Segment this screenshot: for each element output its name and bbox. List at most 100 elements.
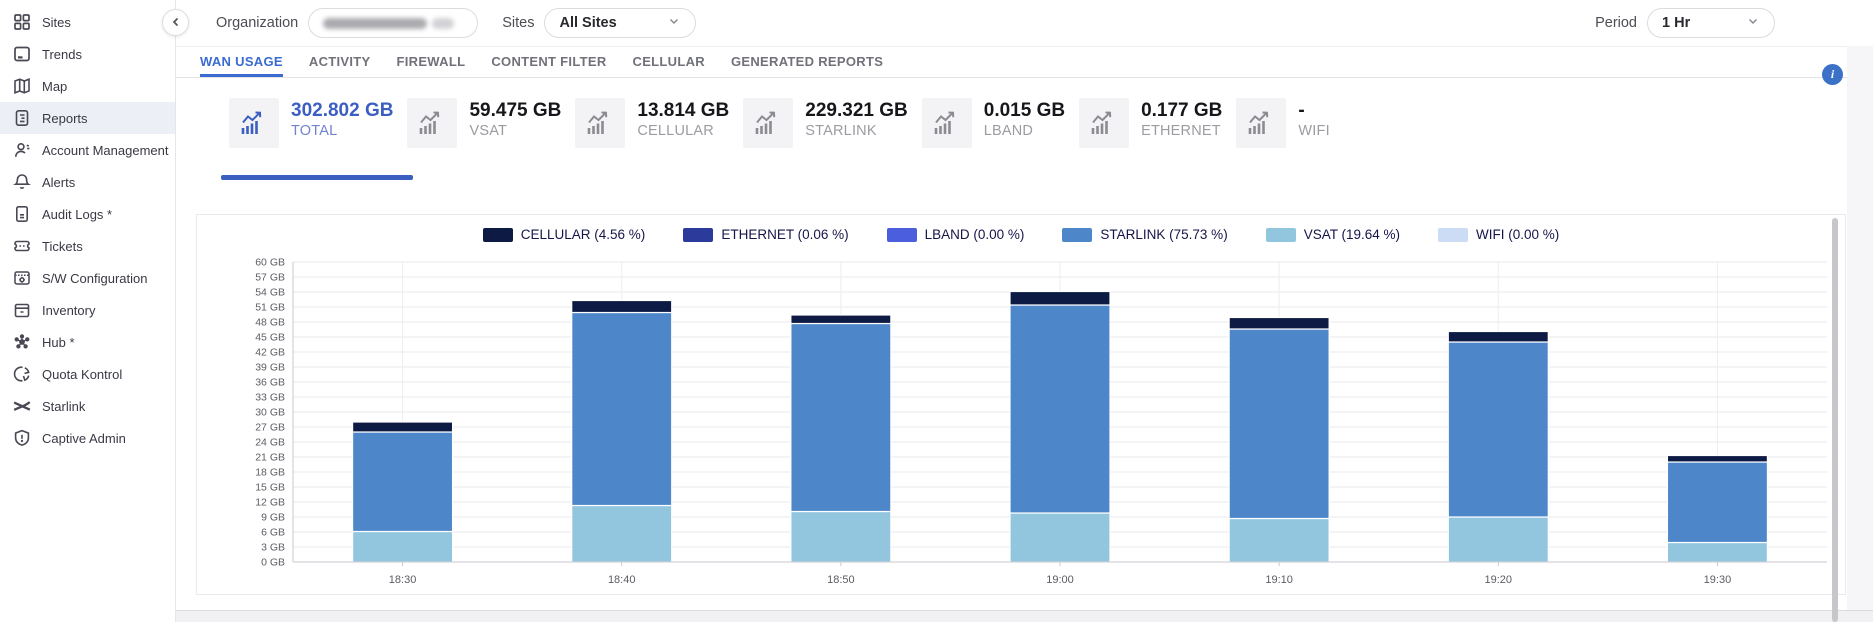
card-label: WIFI — [1298, 123, 1329, 139]
period-select[interactable]: 1 Hr — [1647, 8, 1775, 38]
bar-segment-starlink[interactable] — [1229, 329, 1329, 519]
bar-segment-vsat[interactable] — [353, 532, 453, 563]
sidebar-item-label: Trends — [42, 47, 82, 62]
tab-firewall[interactable]: FIREWALL — [397, 47, 466, 77]
sidebar-item-starlink[interactable]: Starlink — [0, 390, 175, 422]
collapse-sidebar-button[interactable] — [162, 9, 189, 36]
ticket-icon — [12, 236, 32, 256]
chevron-left-icon — [171, 14, 181, 32]
y-tick-label: 36 GB — [255, 377, 285, 389]
bar-segment-cellular[interactable] — [1667, 456, 1767, 463]
bar-trend-icon — [407, 98, 457, 148]
card-wifi[interactable]: -WIFI — [1236, 98, 1329, 180]
bar-segment-vsat[interactable] — [1229, 519, 1329, 563]
y-tick-label: 24 GB — [255, 437, 285, 449]
y-tick-label: 21 GB — [255, 452, 285, 464]
sidebar-item-sites[interactable]: Sites — [0, 6, 175, 38]
tab-generated-reports[interactable]: GENERATED REPORTS — [731, 47, 883, 77]
sidebar-item-inventory[interactable]: Inventory — [0, 294, 175, 326]
chevron-down-icon — [1746, 14, 1760, 33]
bar-segment-starlink[interactable] — [1448, 342, 1548, 517]
card-label: STARLINK — [805, 123, 876, 139]
card-label: ETHERNET — [1141, 123, 1221, 139]
sidebar-item-alerts[interactable]: Alerts — [0, 166, 175, 198]
x-tick-label: 18:30 — [389, 574, 417, 586]
legend-item-vsat[interactable]: VSAT (19.64 %) — [1266, 227, 1400, 242]
bar-segment-vsat[interactable] — [572, 506, 672, 563]
sidebar-item-label: Map — [42, 79, 67, 94]
sidebar-item-account-management[interactable]: Account Management — [0, 134, 175, 166]
legend-item-cellular[interactable]: CELLULAR (4.56 %) — [483, 227, 646, 242]
bar-segment-cellular[interactable] — [353, 422, 453, 432]
tab-activity[interactable]: ACTIVITY — [309, 47, 371, 77]
legend-label: CELLULAR (4.56 %) — [521, 227, 646, 242]
legend-label: ETHERNET (0.06 %) — [721, 227, 848, 242]
sites-select-value: All Sites — [559, 15, 616, 31]
bar-segment-starlink[interactable] — [791, 324, 891, 512]
bar-segment-vsat[interactable] — [1448, 517, 1548, 562]
legend-swatch — [683, 228, 713, 242]
x-tick-label: 18:40 — [608, 574, 636, 586]
sidebar-item-label: Sites — [42, 15, 71, 30]
card-value: 302.802 GB — [291, 100, 393, 121]
sidebar-item-label: Quota Kontrol — [42, 367, 122, 382]
sidebar-item-label: Alerts — [42, 175, 75, 190]
bar-segment-starlink[interactable] — [1010, 305, 1110, 513]
bar-segment-vsat[interactable] — [791, 512, 891, 563]
legend-item-lband[interactable]: LBAND (0.00 %) — [887, 227, 1025, 242]
card-cellular[interactable]: 13.814 GBCELLULAR — [575, 98, 729, 180]
y-tick-label: 27 GB — [255, 422, 285, 434]
y-tick-label: 30 GB — [255, 407, 285, 419]
report-tabs: WAN USAGE ACTIVITY FIREWALL CONTENT FILT… — [176, 46, 1873, 78]
card-lband[interactable]: 0.015 GBLBAND — [922, 98, 1065, 180]
x-tick-label: 19:10 — [1265, 574, 1293, 586]
tab-cellular[interactable]: CELLULAR — [633, 47, 705, 77]
y-tick-label: 15 GB — [255, 482, 285, 494]
card-starlink[interactable]: 229.321 GBSTARLINK — [743, 98, 907, 180]
map-icon — [12, 76, 32, 96]
card-total[interactable]: 302.802 GBTOTAL — [229, 98, 393, 180]
topbar: Organization Sites All Sites Period 1 Hr — [176, 0, 1873, 46]
sidebar-item-trends[interactable]: Trends — [0, 38, 175, 70]
tab-content-filter[interactable]: CONTENT FILTER — [491, 47, 606, 77]
legend-item-starlink[interactable]: STARLINK (75.73 %) — [1062, 227, 1227, 242]
bar-segment-starlink[interactable] — [353, 432, 453, 532]
sidebar-item-captive-admin[interactable]: Captive Admin — [0, 422, 175, 454]
info-icon[interactable]: i — [1822, 64, 1843, 85]
sidebar-item-audit-logs[interactable]: Audit Logs * — [0, 198, 175, 230]
bar-segment-vsat[interactable] — [1667, 543, 1767, 563]
card-label: LBAND — [984, 123, 1033, 139]
tab-wan-usage[interactable]: WAN USAGE — [200, 47, 283, 77]
vertical-scrollbar[interactable] — [1832, 218, 1838, 622]
bar-segment-cellular[interactable] — [572, 301, 672, 313]
sidebar-item-label: Reports — [42, 111, 88, 126]
legend-item-ethernet[interactable]: ETHERNET (0.06 %) — [683, 227, 848, 242]
organization-select[interactable] — [308, 8, 478, 38]
grid-icon — [12, 12, 32, 32]
card-value: 0.177 GB — [1141, 100, 1222, 121]
bar-trend-icon — [922, 98, 972, 148]
bar-segment-starlink[interactable] — [1667, 462, 1767, 543]
sidebar-item-quota-kontrol[interactable]: Quota Kontrol — [0, 358, 175, 390]
sidebar-item-map[interactable]: Map — [0, 70, 175, 102]
bar-segment-vsat[interactable] — [1010, 513, 1110, 562]
hub-icon — [12, 332, 32, 352]
bar-segment-cellular[interactable] — [1448, 332, 1548, 343]
sidebar-item-sw-configuration[interactable]: S/W Configuration — [0, 262, 175, 294]
card-ethernet[interactable]: 0.177 GB ETHERNET — [1079, 98, 1222, 180]
x-tick-label: 19:20 — [1485, 574, 1513, 586]
sites-select[interactable]: All Sites — [544, 8, 696, 38]
legend-swatch — [1438, 228, 1468, 242]
card-vsat[interactable]: 59.475 GBVSAT — [407, 98, 561, 180]
legend-item-wifi[interactable]: WIFI (0.00 %) — [1438, 227, 1559, 242]
sidebar-item-hub[interactable]: Hub * — [0, 326, 175, 358]
bar-segment-cellular[interactable] — [791, 315, 891, 324]
sidebar-item-tickets[interactable]: Tickets — [0, 230, 175, 262]
bar-segment-starlink[interactable] — [572, 313, 672, 506]
organization-label: Organization — [216, 15, 298, 31]
sidebar-item-reports[interactable]: Reports — [0, 102, 175, 134]
usage-summary-cards: 302.802 GBTOTAL 59.475 GBVSAT 13.814 GBC… — [229, 98, 1873, 180]
wan-usage-chart-panel: CELLULAR (4.56 %) ETHERNET (0.06 %) LBAND … — [196, 214, 1846, 595]
bar-segment-cellular[interactable] — [1229, 318, 1329, 330]
bar-segment-cellular[interactable] — [1010, 292, 1110, 306]
